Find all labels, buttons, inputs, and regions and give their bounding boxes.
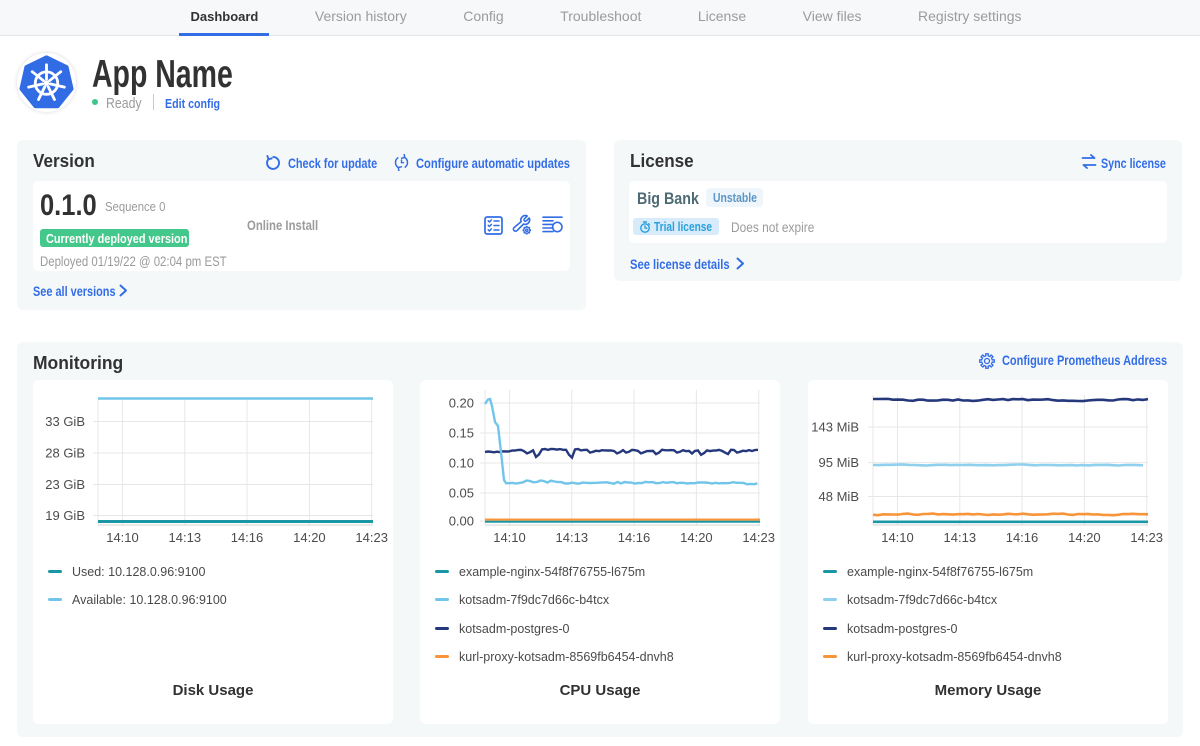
svg-text:19 GiB: 19 GiB (45, 508, 85, 523)
svg-text:0.05: 0.05 (449, 486, 474, 501)
svg-text:0.20: 0.20 (449, 396, 474, 411)
svg-text:28 GiB: 28 GiB (45, 446, 85, 461)
svg-text:14:13: 14:13 (556, 530, 589, 545)
svg-text:14:16: 14:16 (231, 530, 264, 545)
svg-text:48 MiB: 48 MiB (819, 489, 859, 504)
svg-text:14:20: 14:20 (680, 530, 713, 545)
svg-text:0.10: 0.10 (449, 456, 474, 471)
svg-text:14:16: 14:16 (1006, 530, 1039, 545)
svg-text:143 MiB: 143 MiB (811, 420, 859, 435)
svg-text:14:10: 14:10 (881, 530, 914, 545)
svg-text:14:23: 14:23 (355, 530, 388, 545)
svg-text:23 GiB: 23 GiB (45, 477, 85, 492)
svg-text:14:10: 14:10 (106, 530, 139, 545)
svg-text:14:20: 14:20 (293, 530, 326, 545)
svg-text:33 GiB: 33 GiB (45, 414, 85, 429)
svg-text:14:23: 14:23 (1130, 530, 1163, 545)
svg-text:14:10: 14:10 (493, 530, 526, 545)
svg-text:0.00: 0.00 (449, 514, 474, 529)
svg-text:14:13: 14:13 (944, 530, 977, 545)
svg-text:14:23: 14:23 (742, 530, 775, 545)
svg-text:14:20: 14:20 (1068, 530, 1101, 545)
svg-text:95 MiB: 95 MiB (819, 455, 859, 470)
svg-text:14:16: 14:16 (618, 530, 651, 545)
svg-text:0.15: 0.15 (449, 426, 474, 441)
svg-text:14:13: 14:13 (169, 530, 202, 545)
